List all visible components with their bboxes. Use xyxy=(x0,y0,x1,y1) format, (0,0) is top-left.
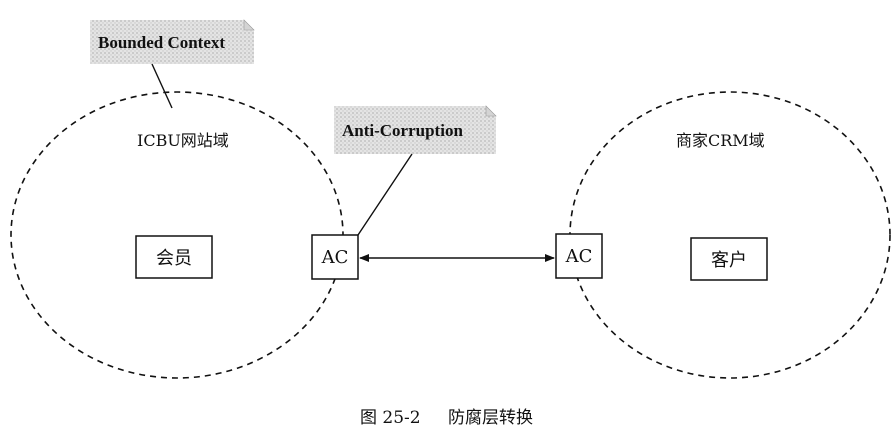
note-corner-fold xyxy=(243,19,255,31)
note-corner-fold xyxy=(485,105,497,117)
left-entity-label: 会员 xyxy=(156,248,192,269)
anti-corruption-label: Anti-Corruption xyxy=(342,121,463,140)
anti-corruption-note: Anti-Corruption xyxy=(334,105,497,236)
figure-title: 防腐层转换 xyxy=(448,408,533,428)
diagram-canvas: ICBU网站域 会员 商家CRM域 客户 AC AC Bounded Conte… xyxy=(0,0,896,442)
right-ac-label: AC xyxy=(565,246,593,267)
right-domain: 商家CRM域 客户 xyxy=(569,91,891,379)
anti-corruption-diagram: ICBU网站域 会员 商家CRM域 客户 AC AC Bounded Conte… xyxy=(10,19,891,428)
bounded-context-note: Bounded Context xyxy=(90,19,255,109)
left-domain: ICBU网站域 会员 xyxy=(10,91,344,379)
left-domain-title: ICBU网站域 xyxy=(137,131,229,150)
bounded-context-pointer xyxy=(151,63,173,109)
right-entity-label: 客户 xyxy=(711,250,747,271)
bounded-context-label: Bounded Context xyxy=(98,33,225,52)
right-domain-title: 商家CRM域 xyxy=(676,131,765,150)
left-ac-label: AC xyxy=(321,247,349,268)
anti-corruption-pointer xyxy=(357,153,413,236)
figure-number: 图 25-2 xyxy=(360,408,421,428)
